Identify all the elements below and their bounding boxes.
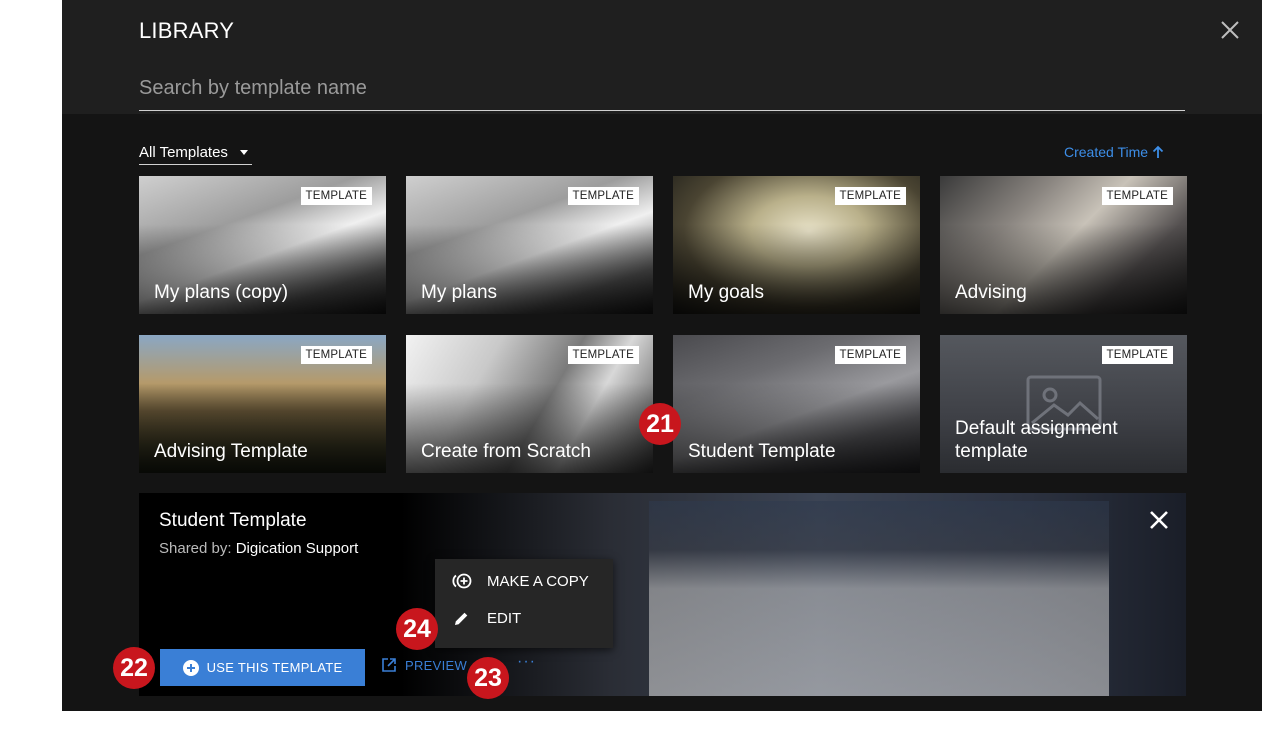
card-title: My plans	[421, 282, 498, 303]
template-badge: TEMPLATE	[834, 187, 906, 205]
card-title: Create from Scratch	[421, 441, 591, 462]
template-filter-dropdown[interactable]: All Templates	[139, 140, 252, 165]
external-link-icon	[382, 658, 396, 672]
sort-label: Created Time	[1064, 144, 1149, 160]
shared-label: Shared by:	[159, 540, 232, 557]
shared-by-name: Digication Support	[235, 540, 359, 557]
caret-down-icon	[239, 149, 248, 155]
menu-item-make-a-copy[interactable]: MAKE A COPY	[451, 567, 589, 595]
template-detail-panel: Student Template Shared by: Digication S…	[139, 493, 1186, 696]
template-badge: TEMPLATE	[567, 187, 639, 205]
template-card-my-goals[interactable]: TEMPLATE My goals	[673, 176, 920, 314]
step-marker-23: 23	[467, 657, 509, 699]
card-title: My plans (copy)	[154, 282, 289, 303]
library-modal: LIBRARY All Templates Created Time TEMPL…	[62, 0, 1262, 711]
detail-title: Student Template	[159, 510, 307, 531]
template-card-default-assignment-template[interactable]: TEMPLATE Default assignment template	[940, 335, 1187, 473]
template-badge: TEMPLATE	[834, 346, 906, 364]
template-badge: TEMPLATE	[300, 346, 372, 364]
template-badge: TEMPLATE	[567, 346, 639, 364]
preview-label: PREVIEW	[405, 657, 468, 673]
template-badge: TEMPLATE	[1101, 346, 1173, 364]
card-title: My goals	[688, 282, 765, 303]
filter-label: All Templates	[139, 143, 228, 161]
template-card-student-template[interactable]: TEMPLATE Student Template	[673, 335, 920, 473]
sort-created-time[interactable]: Created Time	[1064, 144, 1164, 160]
edit-label: EDIT	[487, 609, 522, 627]
more-options-button[interactable]: ···	[517, 653, 536, 671]
more-options-menu: MAKE A COPY EDIT	[435, 559, 613, 648]
library-header: LIBRARY	[62, 0, 1262, 114]
search-input[interactable]	[139, 66, 1185, 111]
library-title: LIBRARY	[139, 18, 235, 43]
template-card-advising-template[interactable]: TEMPLATE Advising Template	[139, 335, 386, 473]
plus-circle-icon	[182, 659, 199, 676]
detail-preview-screen	[649, 501, 1109, 696]
use-template-label: USE THIS TEMPLATE	[206, 660, 343, 675]
close-icon[interactable]	[1218, 18, 1242, 42]
step-marker-24: 24	[396, 608, 438, 650]
copy-plus-icon	[452, 573, 472, 589]
arrow-up-icon	[1152, 145, 1164, 158]
step-marker-22: 22	[113, 647, 155, 689]
card-title: Student Template	[688, 441, 836, 462]
template-card-my-plans[interactable]: TEMPLATE My plans	[406, 176, 653, 314]
close-icon[interactable]	[1148, 509, 1170, 531]
template-card-create-from-scratch[interactable]: TEMPLATE Create from Scratch	[406, 335, 653, 473]
make-copy-label: MAKE A COPY	[487, 572, 589, 590]
preview-button[interactable]: PREVIEW	[381, 657, 467, 673]
template-badge: TEMPLATE	[300, 187, 372, 205]
step-marker-21: 21	[639, 403, 681, 445]
template-badge: TEMPLATE	[1101, 187, 1173, 205]
pencil-icon	[455, 612, 468, 625]
detail-shared-by: Shared by: Digication Support	[159, 540, 358, 557]
card-title: Advising	[955, 282, 1027, 303]
card-title: Default assignment template	[955, 418, 1118, 462]
card-title: Advising Template	[154, 441, 308, 462]
menu-item-edit[interactable]: EDIT	[451, 604, 521, 632]
template-card-advising[interactable]: TEMPLATE Advising	[940, 176, 1187, 314]
use-this-template-button[interactable]: USE THIS TEMPLATE	[160, 649, 365, 686]
template-card-my-plans-copy[interactable]: TEMPLATE My plans (copy)	[139, 176, 386, 314]
